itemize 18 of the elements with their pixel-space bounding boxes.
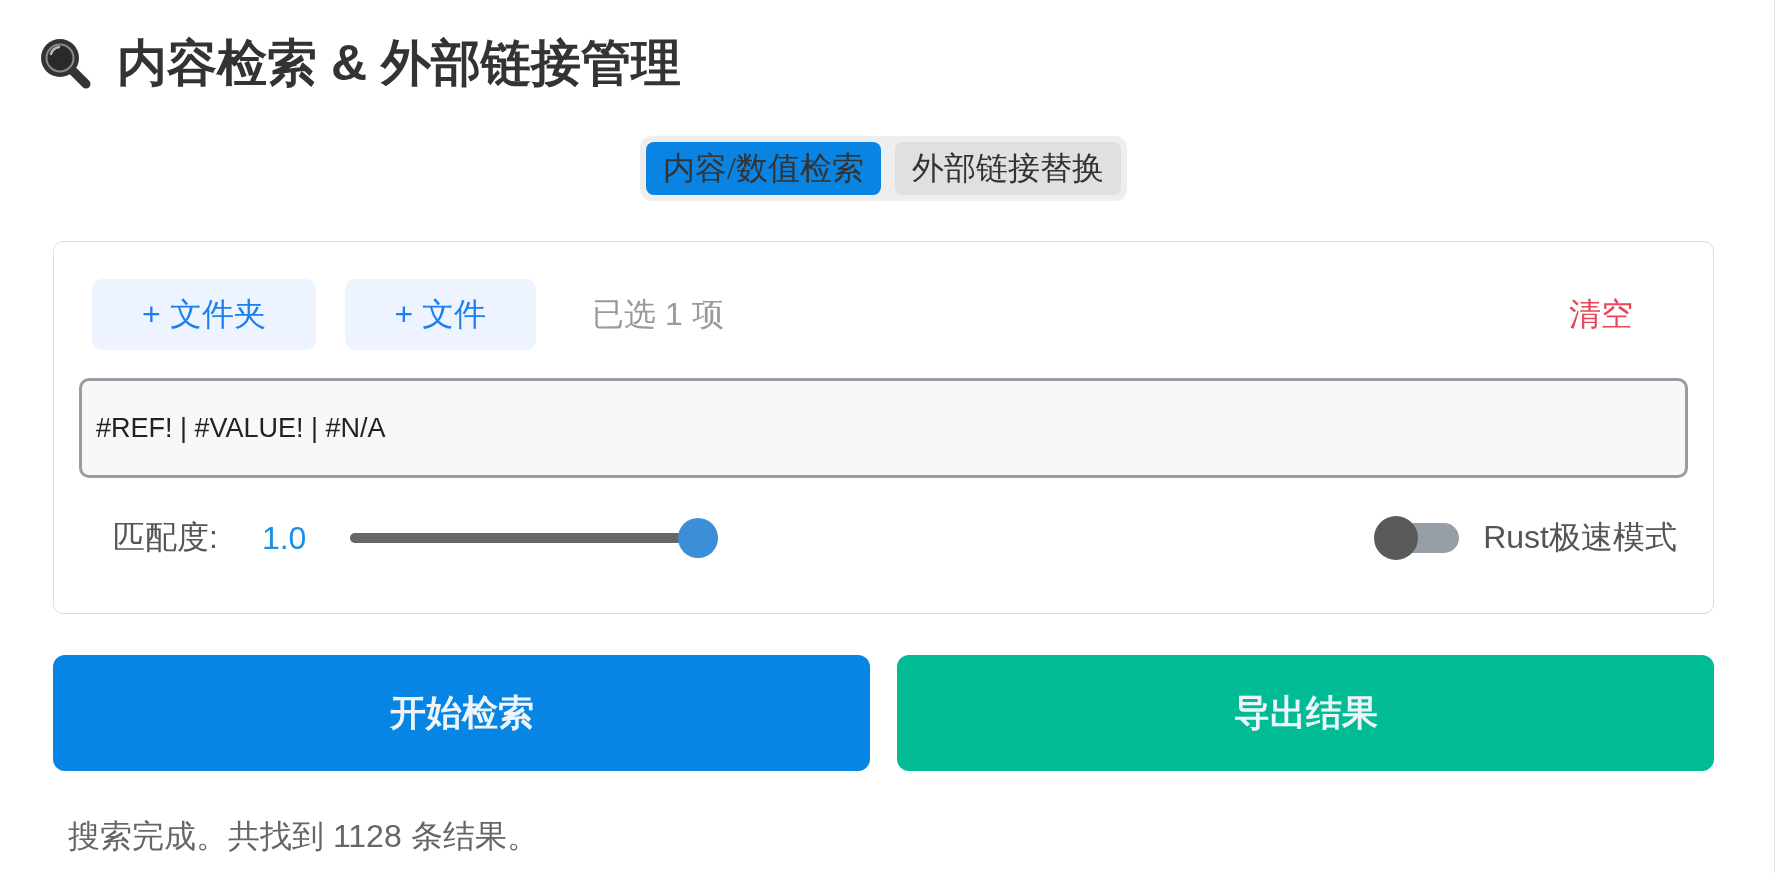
query-input[interactable]: #REF! | #VALUE! | #N/A <box>79 378 1688 478</box>
toggle-label: Rust极速模式 <box>1483 518 1677 557</box>
export-button[interactable]: 导出结果 <box>897 655 1714 771</box>
match-label: 匹配度: <box>113 518 218 557</box>
clear-button[interactable]: 清空 <box>1569 292 1633 337</box>
tab[interactable]: 内容/数值检索 <box>646 142 881 195</box>
page-title: 内容检索 & 外部链接管理 <box>117 37 681 89</box>
selection-count: 已选 1 项 <box>592 294 724 334</box>
slider-thumb[interactable] <box>678 518 719 558</box>
add-folder-button[interactable]: + 文件夹 <box>92 279 316 350</box>
tab[interactable]: 外部链接替换 <box>894 142 1121 195</box>
magnifier-icon <box>39 37 91 89</box>
toggle-switch[interactable] <box>1374 516 1460 560</box>
start-search-button[interactable]: 开始检索 <box>53 655 870 771</box>
slider-track[interactable] <box>350 518 719 558</box>
add-file-button[interactable]: + 文件 <box>344 279 537 350</box>
match-value: 1.0 <box>261 519 307 557</box>
status-message: 搜索完成。共找到 1128 条结果。 <box>67 817 540 856</box>
